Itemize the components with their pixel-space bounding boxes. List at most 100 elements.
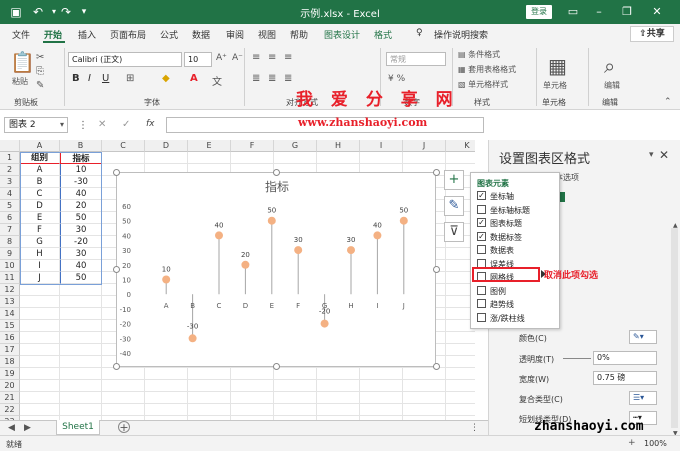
width-input[interactable]: 0.75 磅 xyxy=(593,371,657,385)
color-picker[interactable]: ✎▾ xyxy=(629,330,657,344)
close-icon[interactable]: ✕ xyxy=(659,148,669,162)
cell-b1[interactable]: 指标 xyxy=(60,152,102,164)
row-header[interactable]: 12 xyxy=(0,284,20,296)
prev-sheet-icon[interactable]: ◀ xyxy=(8,423,15,433)
scroll-up-icon[interactable]: ▲ xyxy=(673,222,678,229)
column-header-f[interactable]: F xyxy=(231,140,274,152)
chart-element-item[interactable]: 坐标轴标题 xyxy=(477,204,530,219)
chart-element-item[interactable]: ✓ 图表标题 xyxy=(477,218,522,232)
row-header[interactable]: 7 xyxy=(0,224,20,236)
name-box[interactable]: 图表 2 xyxy=(4,117,68,133)
row-header[interactable]: 9 xyxy=(0,248,20,260)
tab-help[interactable]: 帮助 xyxy=(290,28,308,41)
name-box-dropdown-icon[interactable]: ▾ xyxy=(60,120,64,129)
cell-b[interactable]: 50 xyxy=(60,212,102,224)
row-header[interactable]: 15 xyxy=(0,320,20,332)
align-top-icon[interactable]: ≡ xyxy=(252,52,260,63)
cell-a[interactable]: H xyxy=(20,248,60,260)
column-header-j[interactable]: J xyxy=(403,140,446,152)
customize-icon[interactable]: ▾ xyxy=(76,4,92,20)
table-format-button[interactable]: ▦ 套用表格格式 xyxy=(458,64,516,75)
increase-font-icon[interactable]: A⁺ xyxy=(216,53,227,63)
cell-b[interactable]: -30 xyxy=(60,176,102,188)
tab-chart-design[interactable]: 图表设计 xyxy=(324,28,360,41)
minimize-icon[interactable]: – xyxy=(592,4,606,20)
chart-elements-button[interactable]: + xyxy=(444,170,464,190)
search-edit-icon[interactable]: ⌕ xyxy=(604,54,615,78)
resize-handle[interactable] xyxy=(433,266,440,273)
format-painter-icon[interactable]: ✎ xyxy=(36,80,44,91)
cell-a[interactable]: F xyxy=(20,224,60,236)
currency-icon[interactable]: ¥ % xyxy=(388,74,405,84)
cell-b[interactable]: 50 xyxy=(60,272,102,284)
cell-b[interactable]: 40 xyxy=(60,260,102,272)
enter-icon[interactable]: ✓ xyxy=(122,119,130,130)
redo-icon[interactable]: ↷ xyxy=(58,4,74,20)
row-header[interactable]: 8 xyxy=(0,236,20,248)
ribbon-display-icon[interactable]: ▭ xyxy=(566,4,580,20)
row-header[interactable]: 14 xyxy=(0,308,20,320)
font-color-icon[interactable]: A xyxy=(190,73,198,84)
fx-icon[interactable]: fx xyxy=(146,119,155,129)
resize-handle[interactable] xyxy=(113,363,120,370)
close-icon[interactable]: ✕ xyxy=(650,4,664,20)
row-header[interactable]: 5 xyxy=(0,200,20,212)
tab-review[interactable]: 审阅 xyxy=(226,28,244,41)
tab-formulas[interactable]: 公式 xyxy=(160,28,178,41)
row-header[interactable]: 4 xyxy=(0,188,20,200)
column-header-a[interactable]: A xyxy=(20,140,60,152)
checkbox-unchecked-icon[interactable] xyxy=(477,312,486,322)
row-header[interactable]: 2 xyxy=(0,164,20,176)
cancel-icon[interactable]: ✕ xyxy=(98,119,106,130)
row-header[interactable]: 17 xyxy=(0,344,20,356)
row-header[interactable]: 18 xyxy=(0,356,20,368)
paste-icon[interactable]: 📋 xyxy=(10,50,35,74)
chart-styles-button[interactable]: ✎ xyxy=(444,196,464,216)
column-header-b[interactable]: B xyxy=(60,140,102,152)
transparency-slider[interactable] xyxy=(563,358,591,359)
row-header[interactable]: 22 xyxy=(0,404,20,416)
align-left-icon[interactable]: ≣ xyxy=(252,73,260,84)
save-icon[interactable]: ▣ xyxy=(8,4,24,20)
tell-me-search[interactable]: 操作说明搜索 xyxy=(434,28,488,41)
phonetic-icon[interactable]: 文 xyxy=(212,73,222,88)
pane-options-icon[interactable]: ▾ xyxy=(649,150,654,160)
checkbox-checked-icon[interactable]: ✓ xyxy=(477,218,486,227)
column-header-g[interactable]: G xyxy=(274,140,317,152)
cell-b[interactable]: 10 xyxy=(60,164,102,176)
column-header-k[interactable]: K xyxy=(446,140,475,152)
row-header[interactable]: 10 xyxy=(0,260,20,272)
chart-element-item[interactable]: ✓ 坐标轴 xyxy=(477,191,514,205)
row-header[interactable]: 21 xyxy=(0,392,20,404)
cell-b[interactable]: 30 xyxy=(60,248,102,260)
sheet-tab[interactable]: Sheet1 xyxy=(56,420,100,435)
cell-a[interactable]: B xyxy=(20,176,60,188)
chart-element-item[interactable]: 数据表 xyxy=(477,245,514,259)
copy-icon[interactable]: ⎘ xyxy=(36,66,44,77)
compound-type-select[interactable]: ☰▾ xyxy=(629,391,657,405)
edit-button-label[interactable]: 编辑 xyxy=(604,80,620,91)
cell-a[interactable]: D xyxy=(20,200,60,212)
cell-b[interactable]: 30 xyxy=(60,224,102,236)
chart-element-item[interactable]: ✓ 数据标签 xyxy=(477,231,522,246)
fill-color-icon[interactable]: ◆ xyxy=(162,73,170,84)
checkbox-unchecked-icon[interactable] xyxy=(477,204,486,214)
cell-a[interactable]: J xyxy=(20,272,60,284)
cell-a1[interactable]: 组别 xyxy=(20,152,60,164)
decrease-font-icon[interactable]: A⁻ xyxy=(232,53,243,63)
checkbox-unchecked-icon[interactable] xyxy=(477,245,486,254)
border-icon[interactable]: ⊞ xyxy=(126,73,134,84)
column-header-c[interactable]: C xyxy=(102,140,145,152)
collapse-ribbon-icon[interactable]: ⌃ xyxy=(664,97,672,107)
cell-a[interactable]: C xyxy=(20,188,60,200)
resize-handle[interactable] xyxy=(113,169,120,176)
cut-icon[interactable]: ✂ xyxy=(36,52,44,63)
cell-a[interactable]: E xyxy=(20,212,60,224)
paste-label[interactable]: 粘贴 xyxy=(12,76,28,87)
row-header[interactable]: 6 xyxy=(0,212,20,224)
checkbox-checked-icon[interactable]: ✓ xyxy=(477,191,486,200)
cell-a[interactable]: A xyxy=(20,164,60,176)
cell-a[interactable]: I xyxy=(20,260,60,272)
cells-icon[interactable]: ▦ xyxy=(548,54,567,78)
row-header[interactable]: 3 xyxy=(0,176,20,188)
